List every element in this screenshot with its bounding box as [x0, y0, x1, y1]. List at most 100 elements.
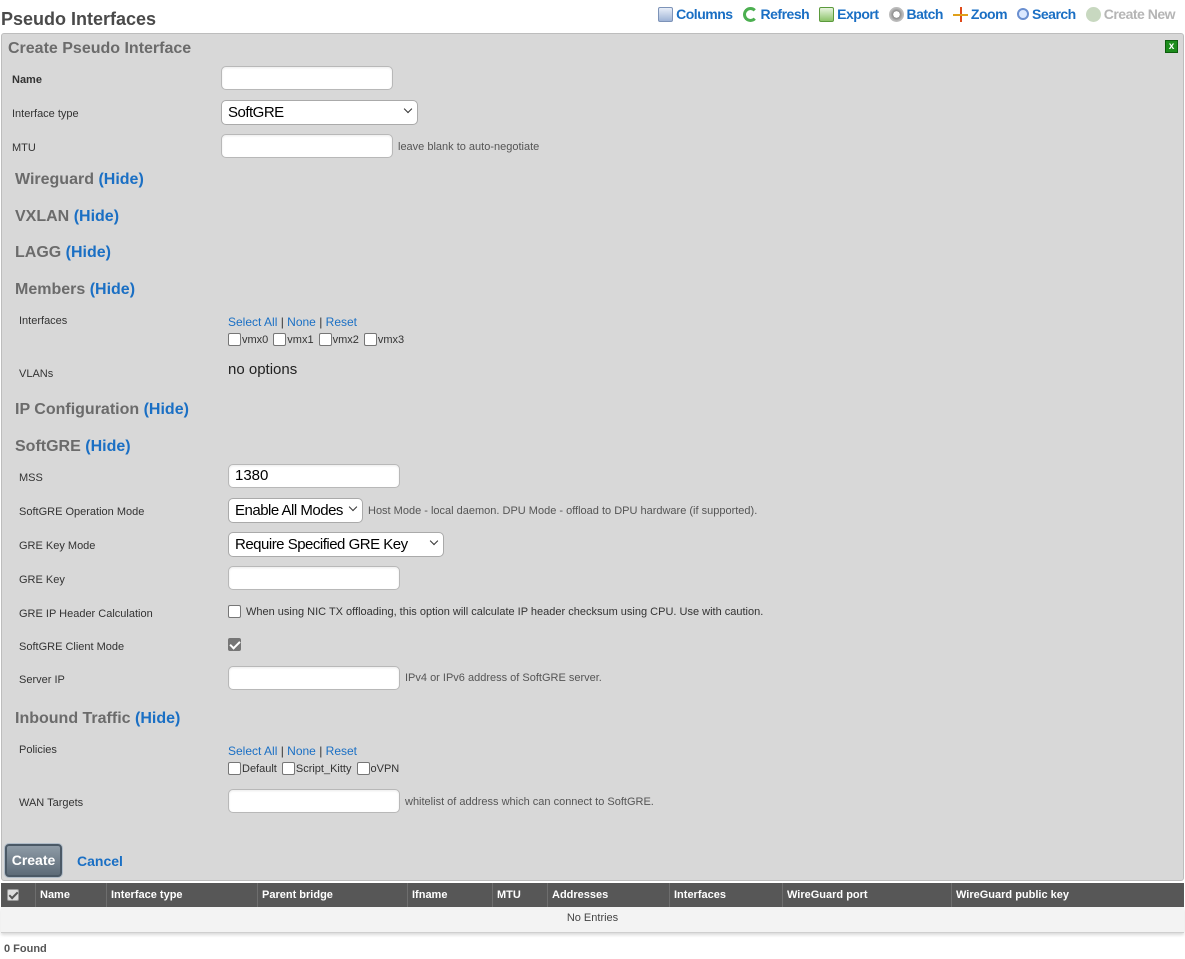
select-all-link[interactable]: Select All: [228, 744, 277, 758]
gear-icon: [888, 6, 904, 22]
section-lagg: LAGG (Hide): [15, 244, 111, 262]
operation-mode-select[interactable]: Enable All Modes: [228, 498, 363, 523]
checkbox-policy-script-kitty[interactable]: [281, 762, 295, 775]
checkbox-vmx0[interactable]: [228, 333, 241, 346]
section-inbound-title: Inbound Traffic: [15, 710, 131, 727]
lagg-hide-link[interactable]: (Hide): [66, 244, 111, 261]
chevron-down-icon: [429, 536, 439, 546]
ip-config-hide-link[interactable]: (Hide): [144, 401, 189, 418]
zoom-icon: [952, 6, 968, 22]
column-header-parent-bridge[interactable]: Parent bridge: [258, 883, 408, 907]
zoom-label: Zoom: [970, 6, 1008, 22]
create-new-button[interactable]: Create New: [1085, 6, 1176, 22]
client-mode-label: SoftGRE Client Mode: [19, 641, 125, 653]
batch-button[interactable]: Batch: [888, 6, 943, 22]
inbound-hide-link[interactable]: (Hide): [135, 710, 180, 727]
gre-key-mode-select[interactable]: Require Specified GRE Key: [228, 532, 444, 557]
search-button[interactable]: Search: [1017, 6, 1076, 22]
link-separator: |: [280, 315, 284, 329]
wan-targets-label: WAN Targets: [19, 797, 84, 809]
refresh-button[interactable]: Refresh: [742, 6, 810, 22]
zoom-button[interactable]: Zoom: [952, 6, 1008, 22]
column-header-ifname[interactable]: Ifname: [408, 883, 493, 907]
columns-icon: [658, 6, 674, 22]
column-header-interfaces[interactable]: Interfaces: [670, 883, 783, 907]
ip-header-calc-hint: When using NIC TX offloading, this optio…: [246, 605, 764, 618]
softgre-hide-link[interactable]: (Hide): [85, 438, 130, 455]
result-count: 0 Found: [4, 943, 47, 955]
column-header-mtu[interactable]: MTU: [493, 883, 548, 907]
toolbar: Columns Refresh Export Batch Zoom Search…: [658, 6, 1176, 22]
checkbox-vmx2[interactable]: [318, 333, 332, 346]
interface-type-label: Interface type: [12, 108, 79, 120]
vlans-value: no options: [228, 361, 298, 378]
reset-link[interactable]: Reset: [326, 315, 357, 329]
section-members-title: Members: [15, 281, 86, 298]
gre-key-input[interactable]: [228, 566, 400, 590]
operation-mode-value: Enable All Modes: [235, 502, 343, 519]
option-label: vmx0: [242, 333, 269, 346]
mtu-input[interactable]: [221, 134, 393, 158]
ip-header-calc-row: When using NIC TX offloading, this optio…: [228, 605, 763, 618]
create-button[interactable]: Create: [5, 844, 62, 877]
link-separator: |: [280, 744, 284, 758]
section-wireguard-title: Wireguard: [15, 171, 94, 188]
select-all-checkbox[interactable]: [7, 889, 19, 901]
section-softgre: SoftGRE (Hide): [15, 438, 131, 456]
select-none-link[interactable]: None: [287, 315, 316, 329]
export-icon: [819, 6, 835, 22]
section-wireguard: Wireguard (Hide): [15, 171, 144, 189]
server-ip-input[interactable]: [228, 666, 400, 690]
section-members: Members (Hide): [15, 281, 135, 299]
checkbox-vmx1[interactable]: [273, 333, 287, 346]
name-input[interactable]: [221, 66, 393, 90]
columns-button[interactable]: Columns: [658, 6, 733, 22]
page-title: Pseudo Interfaces: [1, 9, 157, 29]
table-empty-row: No Entries: [1, 907, 1184, 933]
search-label: Search: [1032, 6, 1076, 22]
create-form-panel: Create Pseudo Interface x Name Interface…: [1, 33, 1184, 881]
wireguard-hide-link[interactable]: (Hide): [98, 171, 143, 188]
refresh-icon: [742, 6, 758, 22]
operation-mode-label: SoftGRE Operation Mode: [19, 506, 145, 518]
select-none-link[interactable]: None: [287, 744, 316, 758]
interfaces-table: Name Interface type Parent bridge Ifname…: [1, 883, 1184, 933]
gre-key-label: GRE Key: [19, 574, 65, 586]
option-label: vmx3: [377, 333, 405, 346]
close-icon[interactable]: x: [1165, 40, 1178, 53]
policies-select-links: Select All | None | Reset: [228, 744, 357, 758]
export-button[interactable]: Export: [819, 6, 879, 22]
reset-link[interactable]: Reset: [326, 744, 357, 758]
section-ip-configuration: IP Configuration (Hide): [15, 401, 189, 419]
mss-input[interactable]: 1380: [228, 464, 400, 488]
wan-targets-input[interactable]: [228, 789, 400, 813]
section-lagg-title: LAGG: [15, 244, 62, 261]
members-hide-link[interactable]: (Hide): [90, 281, 135, 298]
interfaces-select-links: Select All | None | Reset: [228, 315, 357, 329]
server-ip-hint: IPv4 or IPv6 address of SoftGRE server.: [405, 672, 602, 684]
section-inbound-traffic: Inbound Traffic (Hide): [15, 710, 180, 728]
interface-type-value: SoftGRE: [228, 104, 284, 121]
vxlan-hide-link[interactable]: (Hide): [74, 208, 119, 225]
section-vxlan: VXLAN (Hide): [15, 208, 119, 226]
search-icon: [1017, 8, 1030, 20]
column-header-addresses[interactable]: Addresses: [548, 883, 670, 907]
client-mode-checkbox[interactable]: [228, 638, 241, 651]
cancel-button[interactable]: Cancel: [77, 853, 123, 869]
plus-icon: [1085, 6, 1101, 22]
option-label: vmx2: [332, 333, 359, 346]
ip-header-calc-label: GRE IP Header Calculation: [19, 608, 153, 620]
gre-key-mode-value: Require Specified GRE Key: [235, 536, 408, 553]
select-all-link[interactable]: Select All: [228, 315, 277, 329]
checkbox-policy-default[interactable]: [228, 762, 241, 775]
checkbox-policy-ovpn[interactable]: [356, 762, 370, 775]
column-header-interface-type[interactable]: Interface type: [107, 883, 258, 907]
wan-targets-hint: whitelist of address which can connect t…: [405, 796, 654, 808]
column-header-wireguard-port[interactable]: WireGuard port: [783, 883, 952, 907]
column-header-wireguard-public-key[interactable]: WireGuard public key: [952, 883, 1184, 907]
checkbox-vmx3[interactable]: [363, 333, 377, 346]
ip-header-calc-checkbox[interactable]: [228, 605, 241, 618]
interface-type-select[interactable]: SoftGRE: [221, 100, 418, 125]
name-label: Name: [12, 74, 42, 86]
column-header-name[interactable]: Name: [36, 883, 107, 907]
